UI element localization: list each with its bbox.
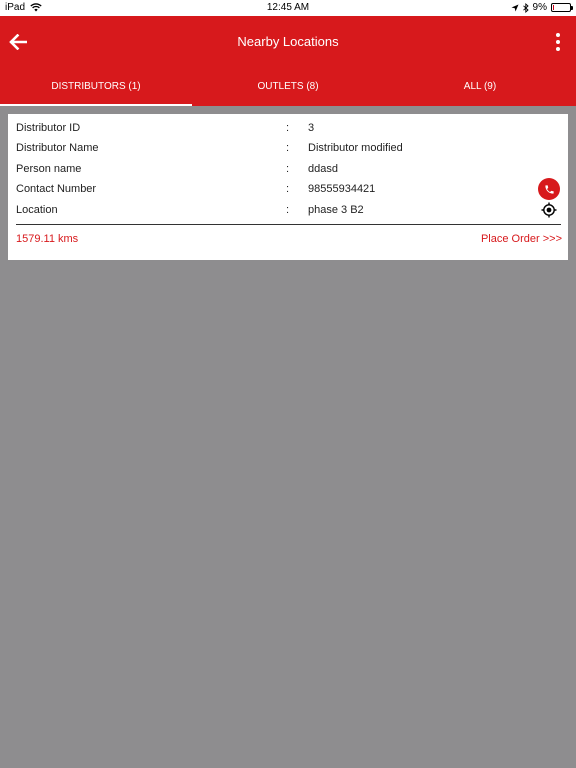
field-separator: : <box>286 163 290 175</box>
field-separator: : <box>286 142 290 154</box>
field-label: Distributor ID <box>16 122 81 134</box>
field-label: Contact Number <box>16 183 97 195</box>
status-time: 12:45 AM <box>266 2 310 13</box>
field-separator: : <box>286 122 290 134</box>
field-value: 3 <box>308 122 315 134</box>
card-divider <box>16 224 561 225</box>
field-row-distributor-name: Distributor Name : Distributor modified <box>8 138 568 158</box>
status-right: 9% <box>511 2 573 13</box>
more-vertical-icon-dot <box>556 33 560 37</box>
field-label: Person name <box>16 163 82 175</box>
crosshair-icon <box>541 202 557 218</box>
toolbar: Nearby Locations <box>0 16 576 68</box>
field-label: Location <box>16 204 58 216</box>
field-value: Distributor modified <box>308 142 403 154</box>
more-options-button[interactable] <box>550 30 566 54</box>
field-separator: : <box>286 204 290 216</box>
field-row-distributor-id: Distributor ID : 3 <box>8 118 568 138</box>
status-bar: iPad 12:45 AM 9% <box>0 0 576 16</box>
place-order-link[interactable]: Place Order >>> <box>481 233 562 245</box>
tab-outlets[interactable]: OUTLETS (8) <box>192 68 384 106</box>
more-vertical-icon-dot <box>556 40 560 44</box>
field-label: Distributor Name <box>16 142 99 154</box>
call-button[interactable] <box>538 178 560 200</box>
field-row-location: Location : phase 3 B2 <box>8 200 568 220</box>
field-row-person-name: Person name : ddasd <box>8 159 568 179</box>
field-separator: : <box>286 183 290 195</box>
more-vertical-icon-dot <box>556 47 560 51</box>
battery-icon <box>551 3 573 12</box>
battery-percent: 9% <box>532 2 547 13</box>
tab-distributors[interactable]: DISTRIBUTORS (1) <box>0 68 192 106</box>
field-value: 98555934421 <box>308 183 376 195</box>
location-arrow-icon <box>511 4 519 11</box>
bluetooth-icon <box>522 2 529 13</box>
distance-text: 1579.11 kms <box>16 233 79 245</box>
field-value: ddasd <box>308 163 338 175</box>
tab-all[interactable]: ALL (9) <box>384 68 576 106</box>
locate-button[interactable] <box>540 201 558 219</box>
distributor-card[interactable]: Distributor ID : 3 Distributor Name : Di… <box>8 114 568 260</box>
tab-bar: DISTRIBUTORS (1) OUTLETS (8) ALL (9) <box>0 68 576 106</box>
battery-level <box>553 5 554 10</box>
app-bar: Nearby Locations DISTRIBUTORS (1) OUTLET… <box>0 16 576 106</box>
field-row-contact-number: Contact Number : 98555934421 <box>8 179 568 199</box>
page-title: Nearby Locations <box>237 34 339 49</box>
phone-icon <box>544 184 554 194</box>
field-value: phase 3 B2 <box>308 204 364 216</box>
